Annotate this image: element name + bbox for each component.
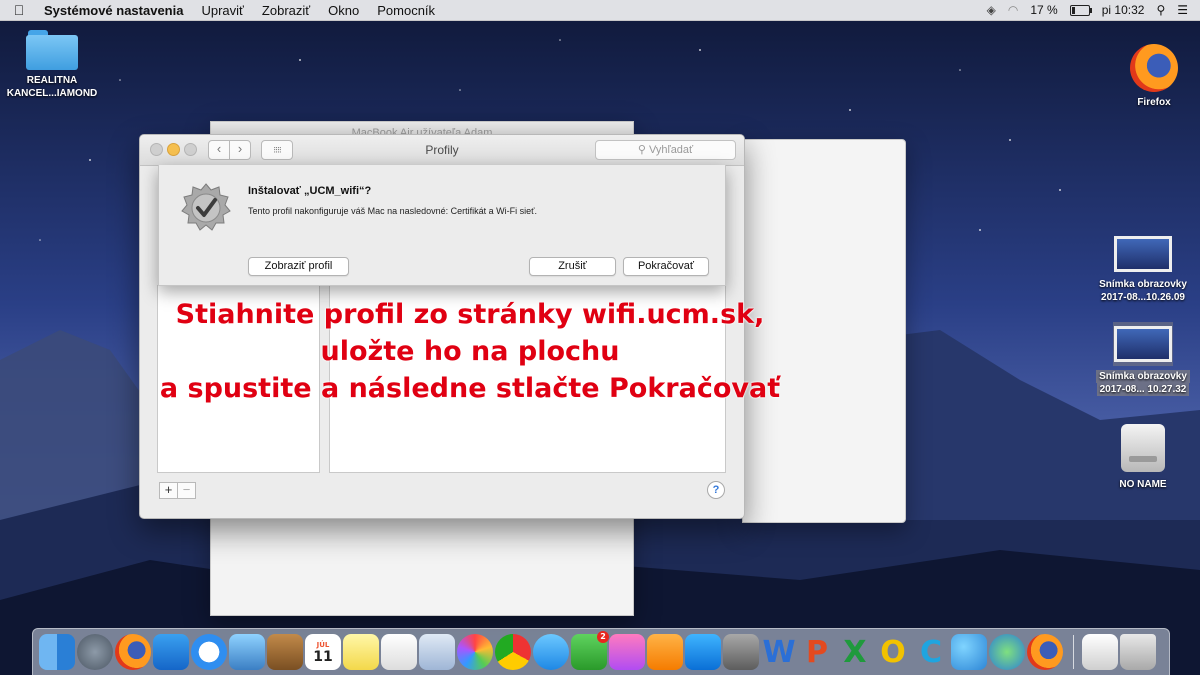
sheet-message: Tento profil nakonfiguruje váš Mac na na…	[248, 206, 538, 216]
profiles-titlebar: ‹ › ⁝⁝⁝⁝ Profily ⚲ Vyhľadať	[140, 135, 744, 166]
help-button[interactable]: ?	[707, 481, 725, 499]
contacts-people-icon[interactable]	[951, 634, 987, 670]
screenshot-thumbnail-icon	[1114, 326, 1172, 362]
menu-upravit[interactable]: Upraviť	[192, 3, 252, 18]
system-preferences-icon[interactable]	[723, 634, 759, 670]
notes-book-icon[interactable]	[267, 634, 303, 670]
excel-icon[interactable]: X	[837, 634, 873, 670]
search-field[interactable]: ⚲ Vyhľadať	[595, 140, 736, 160]
instruction-caption: Stiahnite profil zo stránky wifi.ucm.sk,…	[120, 296, 820, 407]
stickies-icon[interactable]	[343, 634, 379, 670]
messages-icon[interactable]	[533, 634, 569, 670]
word-icon[interactable]: W	[761, 634, 797, 670]
external-disk-icon	[1121, 424, 1165, 472]
facetime-badge: 2	[597, 631, 609, 643]
cancel-button[interactable]: Zrušiť	[529, 257, 616, 276]
mail-icon[interactable]	[229, 634, 265, 670]
firefox-label: Firefox	[1137, 97, 1171, 108]
chrome-icon[interactable]	[495, 634, 531, 670]
downloads-stack-icon[interactable]	[1082, 634, 1118, 670]
calendar-day: 11	[313, 648, 333, 665]
calendar-icon[interactable]: JÚL 11	[305, 634, 341, 670]
caption-line-2: uložte ho na plochu	[320, 336, 620, 367]
search-icon: ⚲	[637, 144, 646, 156]
folder-label-2: KANCEL...IAMOND	[6, 88, 98, 99]
wifi-icon[interactable]: ◠	[1008, 3, 1018, 17]
desktop-screenshot-2[interactable]: Snímka obrazovky 2017-08... 10.27.32	[1090, 322, 1196, 396]
continue-button[interactable]: Pokračovať	[623, 257, 709, 276]
menu-okno[interactable]: Okno	[319, 3, 368, 18]
add-profile-button[interactable]: +	[159, 482, 178, 499]
firefox-icon	[1130, 44, 1178, 92]
desktop-screenshot-1[interactable]: Snímka obrazovky 2017-08...10.26.09	[1090, 236, 1196, 304]
firefox-dock-icon-2[interactable]	[1027, 634, 1063, 670]
sheet-title: Inštalovať „UCM_wifi“?	[248, 185, 372, 197]
battery-percent: 17 %	[1030, 3, 1058, 17]
certificate-check-icon	[181, 183, 231, 231]
reminders-icon[interactable]	[381, 634, 417, 670]
ibooks-icon[interactable]	[647, 634, 683, 670]
battery-icon[interactable]	[1069, 4, 1092, 16]
self-service-icon[interactable]	[153, 634, 189, 670]
dock: JÚL 11 2 W P X O C	[32, 628, 1170, 675]
screenshot1-label-2: 2017-08...10.26.09	[1101, 292, 1185, 303]
notification-center-icon[interactable]: ☰	[1177, 3, 1188, 17]
trash-icon[interactable]	[1120, 634, 1156, 670]
safari-icon[interactable]	[191, 634, 227, 670]
caption-line-3: a spustite a následne stlačte Pokračovať	[159, 373, 781, 404]
app-store-icon[interactable]	[685, 634, 721, 670]
folder-icon	[26, 30, 78, 70]
search-placeholder: Vyhľadať	[648, 144, 694, 156]
disk-label: NO NAME	[1119, 479, 1167, 490]
desktop-firefox[interactable]: Firefox	[1114, 44, 1194, 109]
screenshot1-label-1: Snímka obrazovky	[1099, 279, 1187, 290]
spotlight-icon[interactable]: ⚲	[1156, 3, 1165, 17]
launchpad-icon[interactable]	[77, 634, 113, 670]
dropbox-icon[interactable]: ◈	[987, 3, 996, 17]
photos-icon[interactable]	[457, 634, 493, 670]
menu-app-name[interactable]: Systémové nastavenia	[38, 3, 192, 18]
facetime-icon[interactable]: 2	[571, 631, 609, 670]
preview-icon[interactable]	[419, 634, 455, 670]
apple-icon[interactable]: 	[0, 2, 38, 18]
outlook-icon[interactable]: O	[875, 634, 911, 670]
caption-line-1: Stiahnite profil zo stránky wifi.ucm.sk,	[175, 299, 765, 330]
clock[interactable]: pi 10:32	[1102, 3, 1145, 17]
firefox-dock-icon[interactable]	[115, 634, 151, 670]
folder-label-1: REALITNA	[26, 75, 78, 86]
install-profile-sheet: Inštalovať „UCM_wifi“? Tento profil nako…	[158, 165, 726, 286]
powerpoint-icon[interactable]: P	[799, 634, 835, 670]
dock-separator	[1073, 635, 1074, 669]
screenshot2-label-2: 2017-08... 10.27.32	[1096, 383, 1190, 396]
remove-profile-button[interactable]: −	[177, 482, 196, 499]
finder-icon[interactable]	[39, 634, 75, 670]
screenshot2-label-1: Snímka obrazovky	[1096, 370, 1190, 383]
screenshot-thumbnail-icon	[1114, 236, 1172, 272]
network-globe-icon[interactable]	[989, 634, 1025, 670]
show-profile-button[interactable]: Zobraziť profil	[248, 257, 349, 276]
desktop-disk[interactable]: NO NAME	[1100, 424, 1186, 491]
menu-zobrazit[interactable]: Zobraziť	[253, 3, 319, 18]
menu-bar:  Systémové nastavenia Upraviť Zobraziť …	[0, 0, 1200, 21]
c-app-icon[interactable]: C	[913, 634, 949, 670]
itunes-icon[interactable]	[609, 634, 645, 670]
desktop-folder[interactable]: REALITNA KANCEL...IAMOND	[2, 30, 102, 100]
menu-pomocnik[interactable]: Pomocník	[368, 3, 444, 18]
